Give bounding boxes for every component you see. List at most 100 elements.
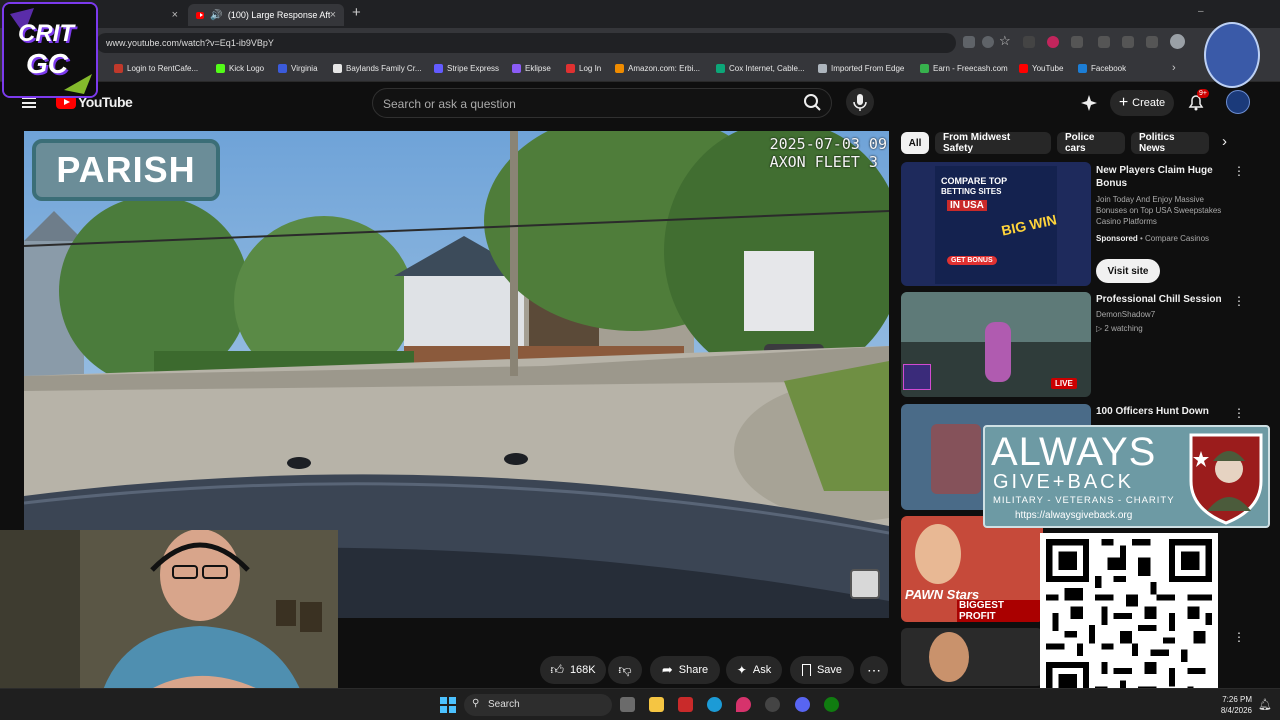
settings-gear-icon[interactable] [765, 697, 780, 712]
extensions-puzzle-icon[interactable] [1098, 36, 1110, 48]
save-button[interactable]: Save [790, 656, 854, 684]
discord-icon[interactable] [795, 697, 810, 712]
menu-icon[interactable] [22, 97, 36, 108]
youtube-header: YouTube Search or ask a question + Creat… [0, 82, 1280, 126]
bookmark-item[interactable]: Amazon.com: Erbi... [615, 64, 700, 73]
chip-police-cars[interactable]: Police cars [1057, 132, 1125, 154]
ad-thumbnail[interactable]: COMPARE TOP BETTING SITES IN USA BIG WIN… [901, 162, 1091, 286]
extension-icon[interactable] [1047, 36, 1059, 48]
timestamp-date: 2025-07-03 09 [769, 135, 887, 153]
bookmark-item[interactable]: Stripe Express [434, 64, 499, 73]
bookmark-favicon-icon [114, 64, 123, 73]
more-vertical-icon[interactable]: ⋮ [1232, 630, 1246, 644]
ask-button[interactable]: ✦ Ask [726, 656, 782, 684]
video-title[interactable]: 100 Officers Hunt Down [1096, 405, 1226, 418]
share-button[interactable]: ➦ Share [650, 656, 720, 684]
like-count: 168K [569, 664, 596, 676]
video-thumbnail[interactable]: LIVE [901, 292, 1091, 397]
chevron-right-icon[interactable]: › [1172, 62, 1176, 74]
ad-sponsor-line: Sponsored • Compare Casinos [1096, 234, 1210, 243]
bookmark-label: Kick Logo [229, 64, 265, 73]
dislike-button[interactable]: 👎︎ [608, 656, 642, 684]
bookmark-item[interactable]: Imported From Edge [818, 64, 904, 73]
more-vertical-icon[interactable]: ⋮ [1232, 294, 1246, 308]
system-clock[interactable]: 7:26 PM 8/4/2026 [1212, 694, 1252, 716]
watching-text: 2 watching [1104, 324, 1143, 333]
like-button[interactable]: 👍︎ 168K [540, 656, 606, 684]
ad-title[interactable]: New Players Claim Huge Bonus [1096, 164, 1226, 190]
close-tab-icon[interactable]: × [172, 9, 178, 21]
notifications-bell-icon[interactable]: 9+ [1186, 89, 1209, 112]
bookmark-favicon-icon [1019, 64, 1028, 73]
profile-avatar[interactable] [1170, 34, 1185, 49]
minimize-icon[interactable]: – [1198, 6, 1204, 17]
task-view-icon[interactable] [620, 697, 635, 712]
bookmark-favicon-icon [716, 64, 725, 73]
video-thumbnail[interactable]: PAWN Stars BIGGEST PROFIT [901, 516, 1043, 622]
close-tab-icon[interactable]: × [330, 9, 336, 21]
bookmark-item[interactable]: YouTube [1019, 64, 1063, 73]
account-avatar[interactable] [1226, 90, 1250, 114]
notification-center-icon[interactable]: 🔔︎ [1258, 698, 1272, 711]
ad-description: Join Today And Enjoy Massive Bonuses on … [1096, 195, 1222, 226]
department-seal-icon [850, 569, 880, 599]
zoom-icon[interactable] [982, 36, 994, 48]
bookmark-item[interactable]: Cox Internet, Cable... [716, 64, 805, 73]
extension-icon[interactable] [1071, 36, 1083, 48]
chip-politics-news[interactable]: Politics News [1131, 132, 1209, 154]
visit-site-button[interactable]: Visit site [1096, 259, 1160, 283]
windows-start-icon[interactable] [440, 697, 456, 713]
bookmark-icon [801, 664, 811, 676]
thumbs-up-icon: 👍︎ [550, 662, 564, 677]
bookmark-item[interactable]: Facebook [1078, 64, 1126, 73]
channel-name[interactable]: DemonShadow7 [1096, 309, 1155, 320]
bookmark-item[interactable]: Eklipse [512, 64, 551, 73]
tab-title: (100) Large Response After Ki [227, 10, 330, 20]
extension-icon[interactable] [1023, 36, 1035, 48]
app-icon[interactable] [678, 697, 693, 712]
always-give-back-banner: ALWAYS GIVE+BACK MILITARY - VETERANS - C… [983, 425, 1270, 528]
chevron-right-icon[interactable]: › [1222, 133, 1227, 150]
search-input[interactable]: Search or ask a question [372, 88, 832, 118]
bookmark-favicon-icon [278, 64, 287, 73]
chip-from-channel[interactable]: From Midwest Safety [935, 132, 1051, 154]
voice-search-button[interactable] [846, 88, 874, 116]
bookmark-item[interactable]: Baylands Family Cr... [333, 64, 422, 73]
thumbnail-caption: BIGGEST PROFIT [957, 600, 1043, 622]
install-app-icon[interactable] [963, 36, 975, 48]
edge-browser-icon[interactable] [707, 697, 722, 712]
bookmark-favicon-icon [920, 64, 929, 73]
chip-all[interactable]: All [901, 132, 929, 154]
bookmark-item[interactable]: Kick Logo [216, 64, 264, 73]
bookmark-star-icon[interactable]: ☆ [999, 33, 1011, 49]
taskbar-search[interactable]: ⚲ Search [464, 694, 612, 716]
video-title[interactable]: Professional Chill Session [1096, 293, 1226, 306]
more-vertical-icon[interactable]: ⋮ [1232, 164, 1246, 178]
history-icon[interactable] [1146, 36, 1158, 48]
maps-pin-icon[interactable] [736, 697, 751, 712]
video-thumbnail[interactable] [901, 628, 1043, 686]
bookmark-item[interactable]: Login to RentCafe... [114, 64, 198, 73]
ad-thumb-text: BETTING SITES [941, 187, 1002, 196]
ask-label: Ask [752, 664, 772, 676]
browser-tab-1[interactable]: × [100, 4, 186, 26]
bookmark-item[interactable]: Earn - Freecash.com [920, 64, 1008, 73]
more-actions-button[interactable]: ⋯ [860, 656, 888, 684]
folder-icon [818, 64, 827, 73]
file-explorer-icon[interactable] [649, 697, 664, 712]
gemini-icon[interactable] [1080, 94, 1098, 112]
more-vertical-icon[interactable]: ⋮ [1232, 406, 1246, 420]
browser-tab-youtube[interactable]: 🔊 (100) Large Response After Ki × [188, 4, 344, 26]
favorites-icon[interactable] [1122, 36, 1134, 48]
url-field[interactable]: www.youtube.com/watch?v=Eq1-ib9VBpY [96, 33, 956, 53]
new-tab-icon[interactable]: + [352, 4, 361, 21]
address-bar-row: www.youtube.com/watch?v=Eq1-ib9VBpY ☆ [0, 28, 1280, 58]
bookmark-item[interactable]: Log In [566, 64, 601, 73]
bookmark-item[interactable]: Virginia [278, 64, 318, 73]
charity-title: ALWAYS [991, 430, 1157, 474]
live-signal-icon: ▷ [1096, 324, 1103, 333]
create-button[interactable]: + Create [1110, 90, 1174, 116]
search-icon[interactable] [800, 90, 826, 116]
xbox-icon[interactable] [824, 697, 839, 712]
soldier-shield-icon [1189, 433, 1263, 525]
